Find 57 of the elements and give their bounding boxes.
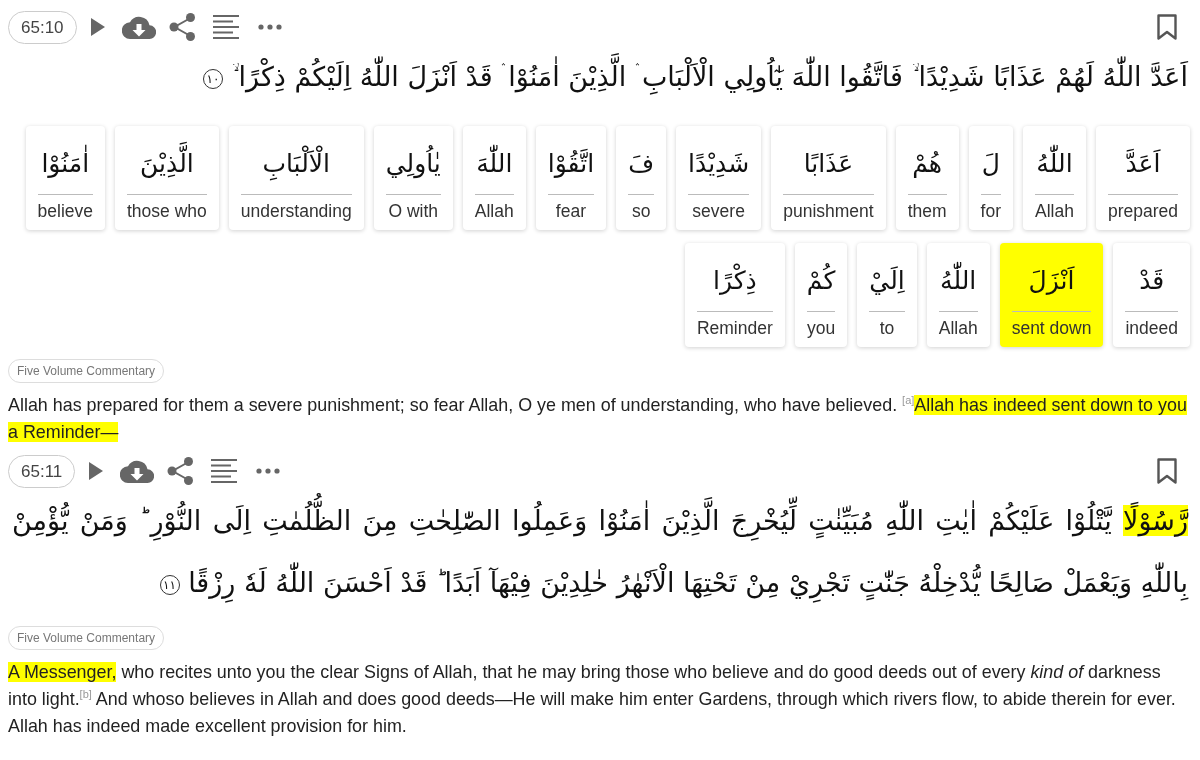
word-meaning: Allah [474,200,514,223]
share-icon[interactable] [168,13,196,41]
cloud-download-icon[interactable] [120,459,155,483]
arabic-word: اَعَدَّ [1124,148,1162,180]
arabic-word: اٰمَنُوْا [37,138,93,194]
verse-arabic-text: اَعَدَّ اللّٰهُ لَهُمْ عَذَابًا شَدِيْدًا ۙ فَاتَّقُوا اللّٰهَ يٰٓاُولِي الْاَلْبَابِ ۛ الَّذِيْنَ اٰمَنُوْا ۛ قَدْ اَنْزَلَ اللّٰهُ اِلَيْكُمْ ذِكْرًا ۙ ١٠ [8,46,1192,108]
text-lines-icon[interactable] [211,459,238,483]
word-meaning: severe [691,200,746,223]
word-meaning: understanding [240,200,352,223]
commentary-button[interactable]: Five Volume Commentary [8,359,165,383]
more-icon[interactable] [257,24,282,30]
arabic-word: هُمْ [911,148,944,180]
word-meaning: punishment [783,200,874,223]
arabic-word: قَدْ [1138,265,1166,297]
play-icon[interactable] [89,462,104,480]
arabic-word: اللّٰهُ [938,255,978,311]
word-meaning: for [980,200,1001,223]
arabic-word: اللّٰهَ [474,138,514,194]
word-meaning: Reminder [696,317,773,340]
word-meaning: Allah [1035,200,1074,223]
word-meaning: you [806,317,836,340]
arabic-word: عَذَابًا [802,148,855,180]
word-meaning: to [878,317,896,340]
verse-number-badge[interactable]: 65:11 [8,454,76,488]
cloud-download-icon[interactable] [121,15,156,39]
arabic-word: كُمْ [806,255,836,311]
arabic-word: الَّذِيْنَ [127,138,207,194]
word-meaning: fear [554,200,587,223]
arabic-word: اللّٰهُ [1035,138,1074,194]
share-icon[interactable] [167,457,195,485]
text-lines-icon[interactable] [212,15,239,39]
word-meaning: O with [387,200,440,223]
arabic-word: فَ [628,148,655,180]
verse-number-badge[interactable]: 65:10 [8,10,77,44]
more-icon[interactable] [256,468,281,474]
arabic-word: اَنْزَلَ [1027,265,1076,297]
arabic-word: يٰاُولِي [385,138,441,194]
word-meaning: believe [37,200,93,223]
word-meaning: sent down [1011,317,1092,340]
bookmark-icon[interactable] [1157,458,1177,484]
verse-arabic-text: رَّسُوْلًا يَّتْلُوْا عَلَيْكُمْ اٰيٰتِ اللّٰهِ مُبَيِّنٰتٍ لِّيُخْرِجَ الَّذِيْنَ اٰمَنُوْا وَعَمِلُوا الصّٰلِحٰتِ مِنَ الظُّلُمٰتِ اِلَى النُّوْرِ ؕ وَمَنْ يُّؤْمِنْ بِاللّٰهِ وَيَعْمَلْ صَالِحًا يُّدْخِلْهُ جَنّٰتٍ تَجْرِيْ مِنْ تَحْتِهَا الْاَنْهٰرُ خٰلِدِيْنَ فِيْهَآ اَبَدًا ؕ قَدْ اَحْسَنَ اللّٰهُ لَهٗ رِزْقًا ١١ [8,490,1192,614]
arabic-word: شَدِيْدًا [688,148,750,180]
arabic-word: اِلَيْ [869,265,905,297]
translation-text: A Messenger, who recites unto you the clear Signs of Allah, that he may bring those who believe and do good deeds out of every kind of darkness into light.$^{[b]}$ And whoso believes in Allah and does good deeds—He will make him enter Gardens, through which rivers flow, to abide therein for ever. Allah has indeed made excellent provision for him. [8,661,1177,738]
arabic-word: الْاَلْبَابِ [240,138,352,194]
word-meaning: so [630,200,652,223]
arabic-word: ذِكْرًا [696,255,773,311]
bookmark-icon[interactable] [1157,14,1177,40]
word-meaning: those who [127,200,207,223]
commentary-button[interactable]: Five Volume Commentary [8,626,165,650]
arabic-word: اتَّقُوْا [547,148,595,180]
play-icon[interactable] [90,18,105,36]
word-meaning: Allah [938,317,978,340]
word-meaning: prepared [1107,200,1178,223]
word-meaning: them [907,200,947,223]
arabic-word: لَ [980,148,1001,180]
word-meaning: indeed [1125,317,1178,340]
